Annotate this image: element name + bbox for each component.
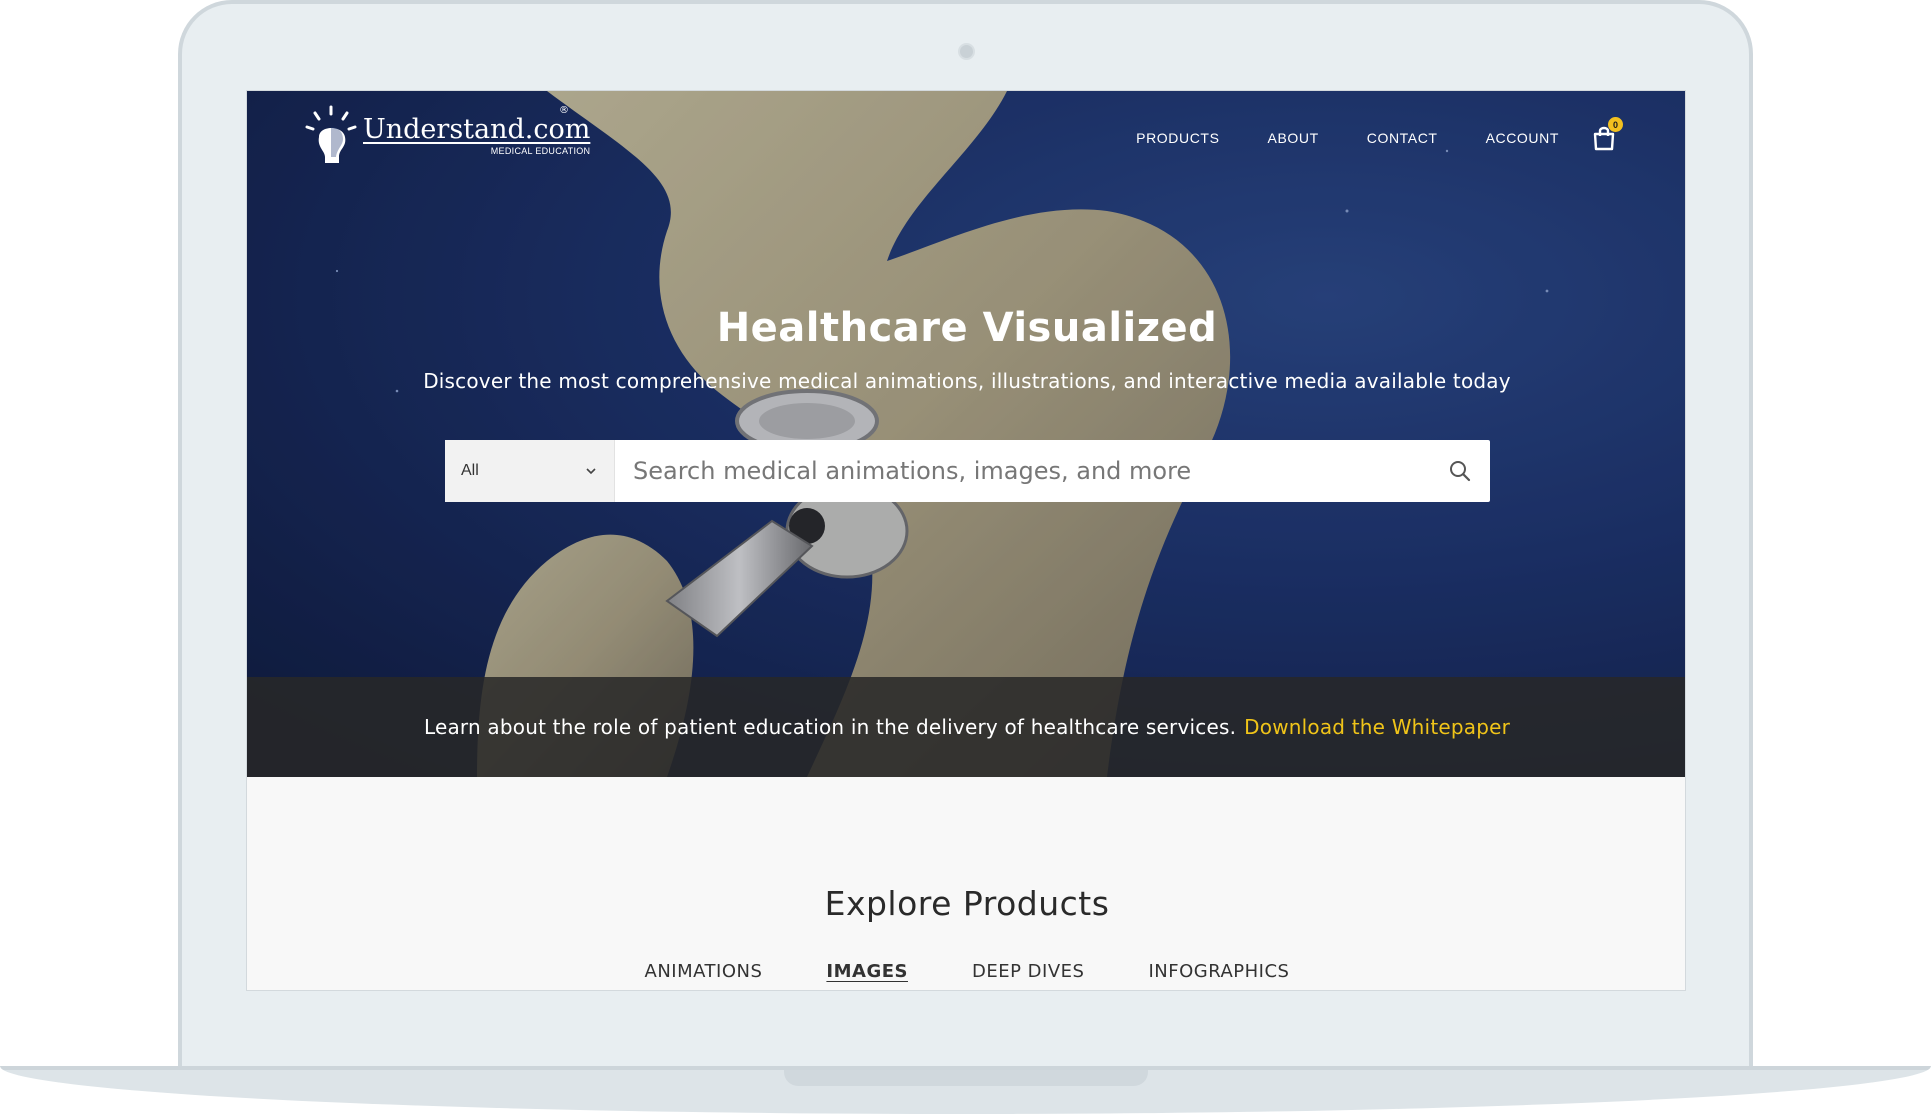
cart-count-badge: 0 [1608, 117, 1623, 132]
cart-button[interactable]: 0 [1591, 117, 1623, 151]
webcam-icon [958, 43, 975, 60]
explore-products-heading: Explore Products [824, 884, 1110, 923]
search-input[interactable] [615, 440, 1430, 502]
tab-infographics[interactable]: INFOGRAPHICS [1148, 961, 1289, 982]
nav-products[interactable]: PRODUCTS [1136, 130, 1219, 146]
product-tabs: ANIMATIONS IMAGES DEEP DIVES INFOGRAPHIC… [247, 961, 1685, 982]
search-icon [1450, 461, 1471, 482]
site-logo[interactable]: Understand.com MEDICAL EDUCATION [303, 105, 590, 167]
nav-about[interactable]: ABOUT [1268, 130, 1319, 146]
logo-tagline: MEDICAL EDUCATION [490, 146, 591, 156]
whitepaper-banner: Learn about the role of patient educatio… [247, 677, 1685, 777]
main-nav: PRODUCTS ABOUT CONTACT ACCOUNT 0 [1136, 117, 1623, 151]
download-whitepaper-link[interactable]: Download the Whitepaper [1244, 715, 1510, 739]
lightbulb-head-icon [305, 105, 357, 163]
search-bar: All [445, 440, 1490, 502]
search-category-select[interactable]: All [445, 440, 615, 502]
hero-subtitle: Discover the most comprehensive medical … [423, 369, 1511, 393]
nav-contact[interactable]: CONTACT [1367, 130, 1438, 146]
laptop-base-notch [784, 1070, 1148, 1086]
search-category-value: All [461, 462, 479, 479]
hero-title: Healthcare Visualized [716, 305, 1218, 351]
chevron-down-icon [586, 468, 596, 475]
logo-wordmark: Understand.com [363, 114, 591, 145]
search-button[interactable] [1430, 440, 1490, 502]
banner-text: Learn about the role of patient educatio… [423, 715, 1237, 739]
hero-section: Understand.com MEDICAL EDUCATION ® PRODU… [247, 91, 1685, 777]
browser-viewport: Understand.com MEDICAL EDUCATION ® PRODU… [246, 90, 1686, 991]
tab-animations[interactable]: ANIMATIONS [645, 961, 763, 982]
registered-mark: ® [559, 105, 569, 116]
hero-overlay [247, 91, 1685, 777]
tab-deep-dives[interactable]: DEEP DIVES [972, 961, 1084, 982]
tab-images[interactable]: IMAGES [826, 961, 908, 982]
nav-account[interactable]: ACCOUNT [1486, 130, 1559, 146]
